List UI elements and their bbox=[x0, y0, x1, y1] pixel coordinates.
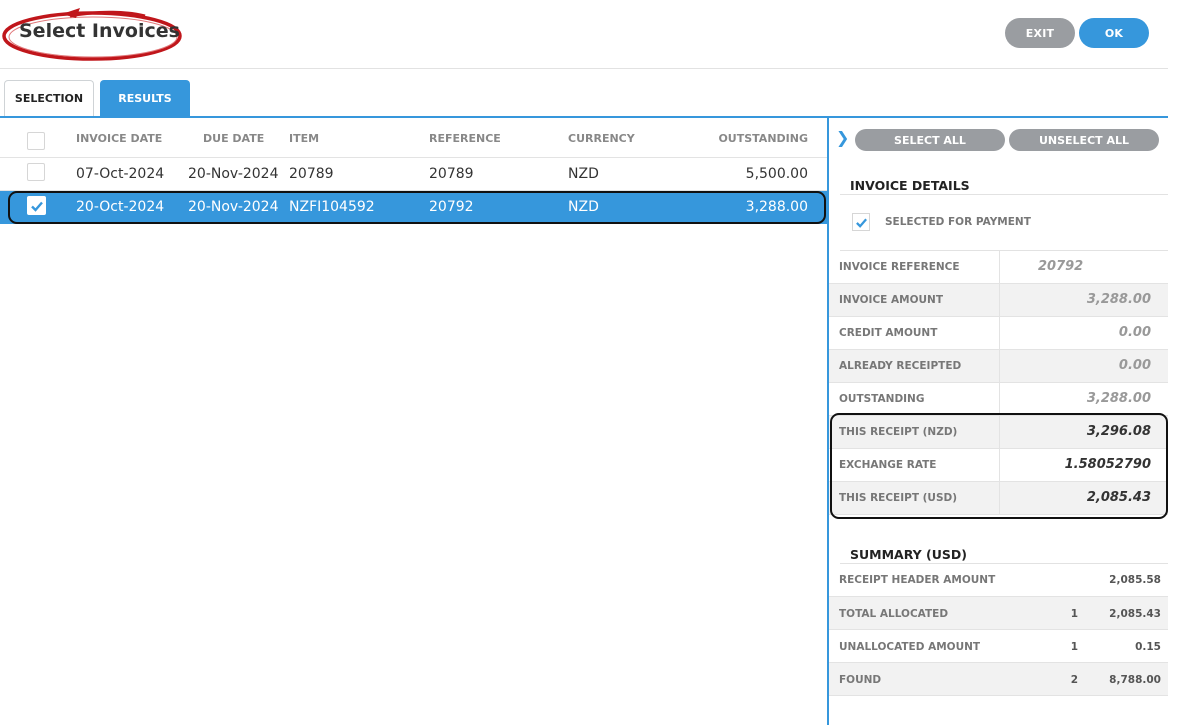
invoice-details-title: INVOICE DETAILS bbox=[850, 178, 970, 193]
summary-title: SUMMARY (USD) bbox=[850, 547, 968, 562]
already-receipted-label: ALREADY RECEIPTED bbox=[839, 360, 962, 372]
collapse-panel-chevron-icon[interactable]: ❯ bbox=[836, 128, 849, 147]
selected-for-payment-checkbox[interactable] bbox=[852, 213, 870, 231]
ok-button[interactable]: OK bbox=[1079, 18, 1149, 48]
exit-button[interactable]: EXIT bbox=[1005, 18, 1075, 48]
tab-selection[interactable]: SELECTION bbox=[4, 80, 94, 116]
column-header-outstanding[interactable]: OUTSTANDING bbox=[718, 132, 808, 145]
select-all-button[interactable]: SELECT ALL bbox=[855, 129, 1005, 151]
details-title-divider bbox=[840, 194, 1168, 195]
credit-amount-label: CREDIT AMOUNT bbox=[839, 327, 938, 339]
tab-results[interactable]: RESULTS bbox=[100, 80, 190, 116]
column-header-currency[interactable]: CURRENCY bbox=[568, 132, 635, 145]
invoice-reference-value: 20792 bbox=[1038, 259, 1084, 274]
checkmark-icon bbox=[855, 218, 867, 228]
found-count: 2 bbox=[1070, 674, 1078, 686]
unallocated-amount-label: UNALLOCATED AMOUNT bbox=[839, 641, 981, 653]
table-cell-due-date[interactable]: 20-Nov-2024 bbox=[188, 166, 279, 182]
column-header-invoice-date[interactable]: INVOICE DATE bbox=[76, 132, 162, 145]
header-divider bbox=[0, 68, 1168, 69]
found-value: 8,788.00 bbox=[1109, 674, 1161, 686]
column-header-item[interactable]: ITEM bbox=[289, 132, 319, 145]
table-header-divider bbox=[0, 157, 827, 158]
found-label: FOUND bbox=[839, 674, 882, 686]
outstanding-value: 3,288.00 bbox=[1086, 391, 1151, 406]
invoice-amount-label: INVOICE AMOUNT bbox=[839, 294, 943, 306]
unallocated-amount-value: 0.15 bbox=[1135, 641, 1161, 653]
row-checkbox[interactable] bbox=[27, 163, 45, 181]
receipt-annotation-outline bbox=[830, 413, 1168, 519]
table-cell-invoice-date[interactable]: 07-Oct-2024 bbox=[76, 166, 164, 182]
receipt-header-amount-label: RECEIPT HEADER AMOUNT bbox=[839, 574, 996, 586]
receipt-header-amount-value: 2,085.58 bbox=[1109, 574, 1161, 586]
tab-underline bbox=[0, 116, 1168, 118]
table-cell-item[interactable]: 20789 bbox=[289, 166, 334, 182]
column-header-reference[interactable]: REFERENCE bbox=[429, 132, 501, 145]
invoice-reference-label: INVOICE REFERENCE bbox=[839, 261, 960, 273]
credit-amount-value: 0.00 bbox=[1118, 325, 1151, 340]
column-header-due-date[interactable]: DUE DATE bbox=[203, 132, 264, 145]
total-allocated-label: TOTAL ALLOCATED bbox=[839, 608, 949, 620]
page-title: Select Invoices bbox=[19, 20, 180, 42]
already-receipted-value: 0.00 bbox=[1118, 358, 1151, 373]
select-all-checkbox[interactable] bbox=[27, 132, 45, 150]
table-cell-outstanding[interactable]: 5,500.00 bbox=[746, 166, 808, 182]
selected-for-payment-label: SELECTED FOR PAYMENT bbox=[885, 216, 1031, 228]
unallocated-count: 1 bbox=[1070, 641, 1078, 653]
unselect-all-button[interactable]: UNSELECT ALL bbox=[1009, 129, 1159, 151]
selected-row-annotation bbox=[8, 191, 826, 224]
total-allocated-count: 1 bbox=[1070, 608, 1078, 620]
outstanding-label: OUTSTANDING bbox=[839, 393, 925, 405]
table-cell-reference[interactable]: 20789 bbox=[429, 166, 474, 182]
total-allocated-value: 2,085.43 bbox=[1109, 608, 1161, 620]
invoice-amount-value: 3,288.00 bbox=[1086, 292, 1151, 307]
table-cell-currency[interactable]: NZD bbox=[568, 166, 599, 182]
